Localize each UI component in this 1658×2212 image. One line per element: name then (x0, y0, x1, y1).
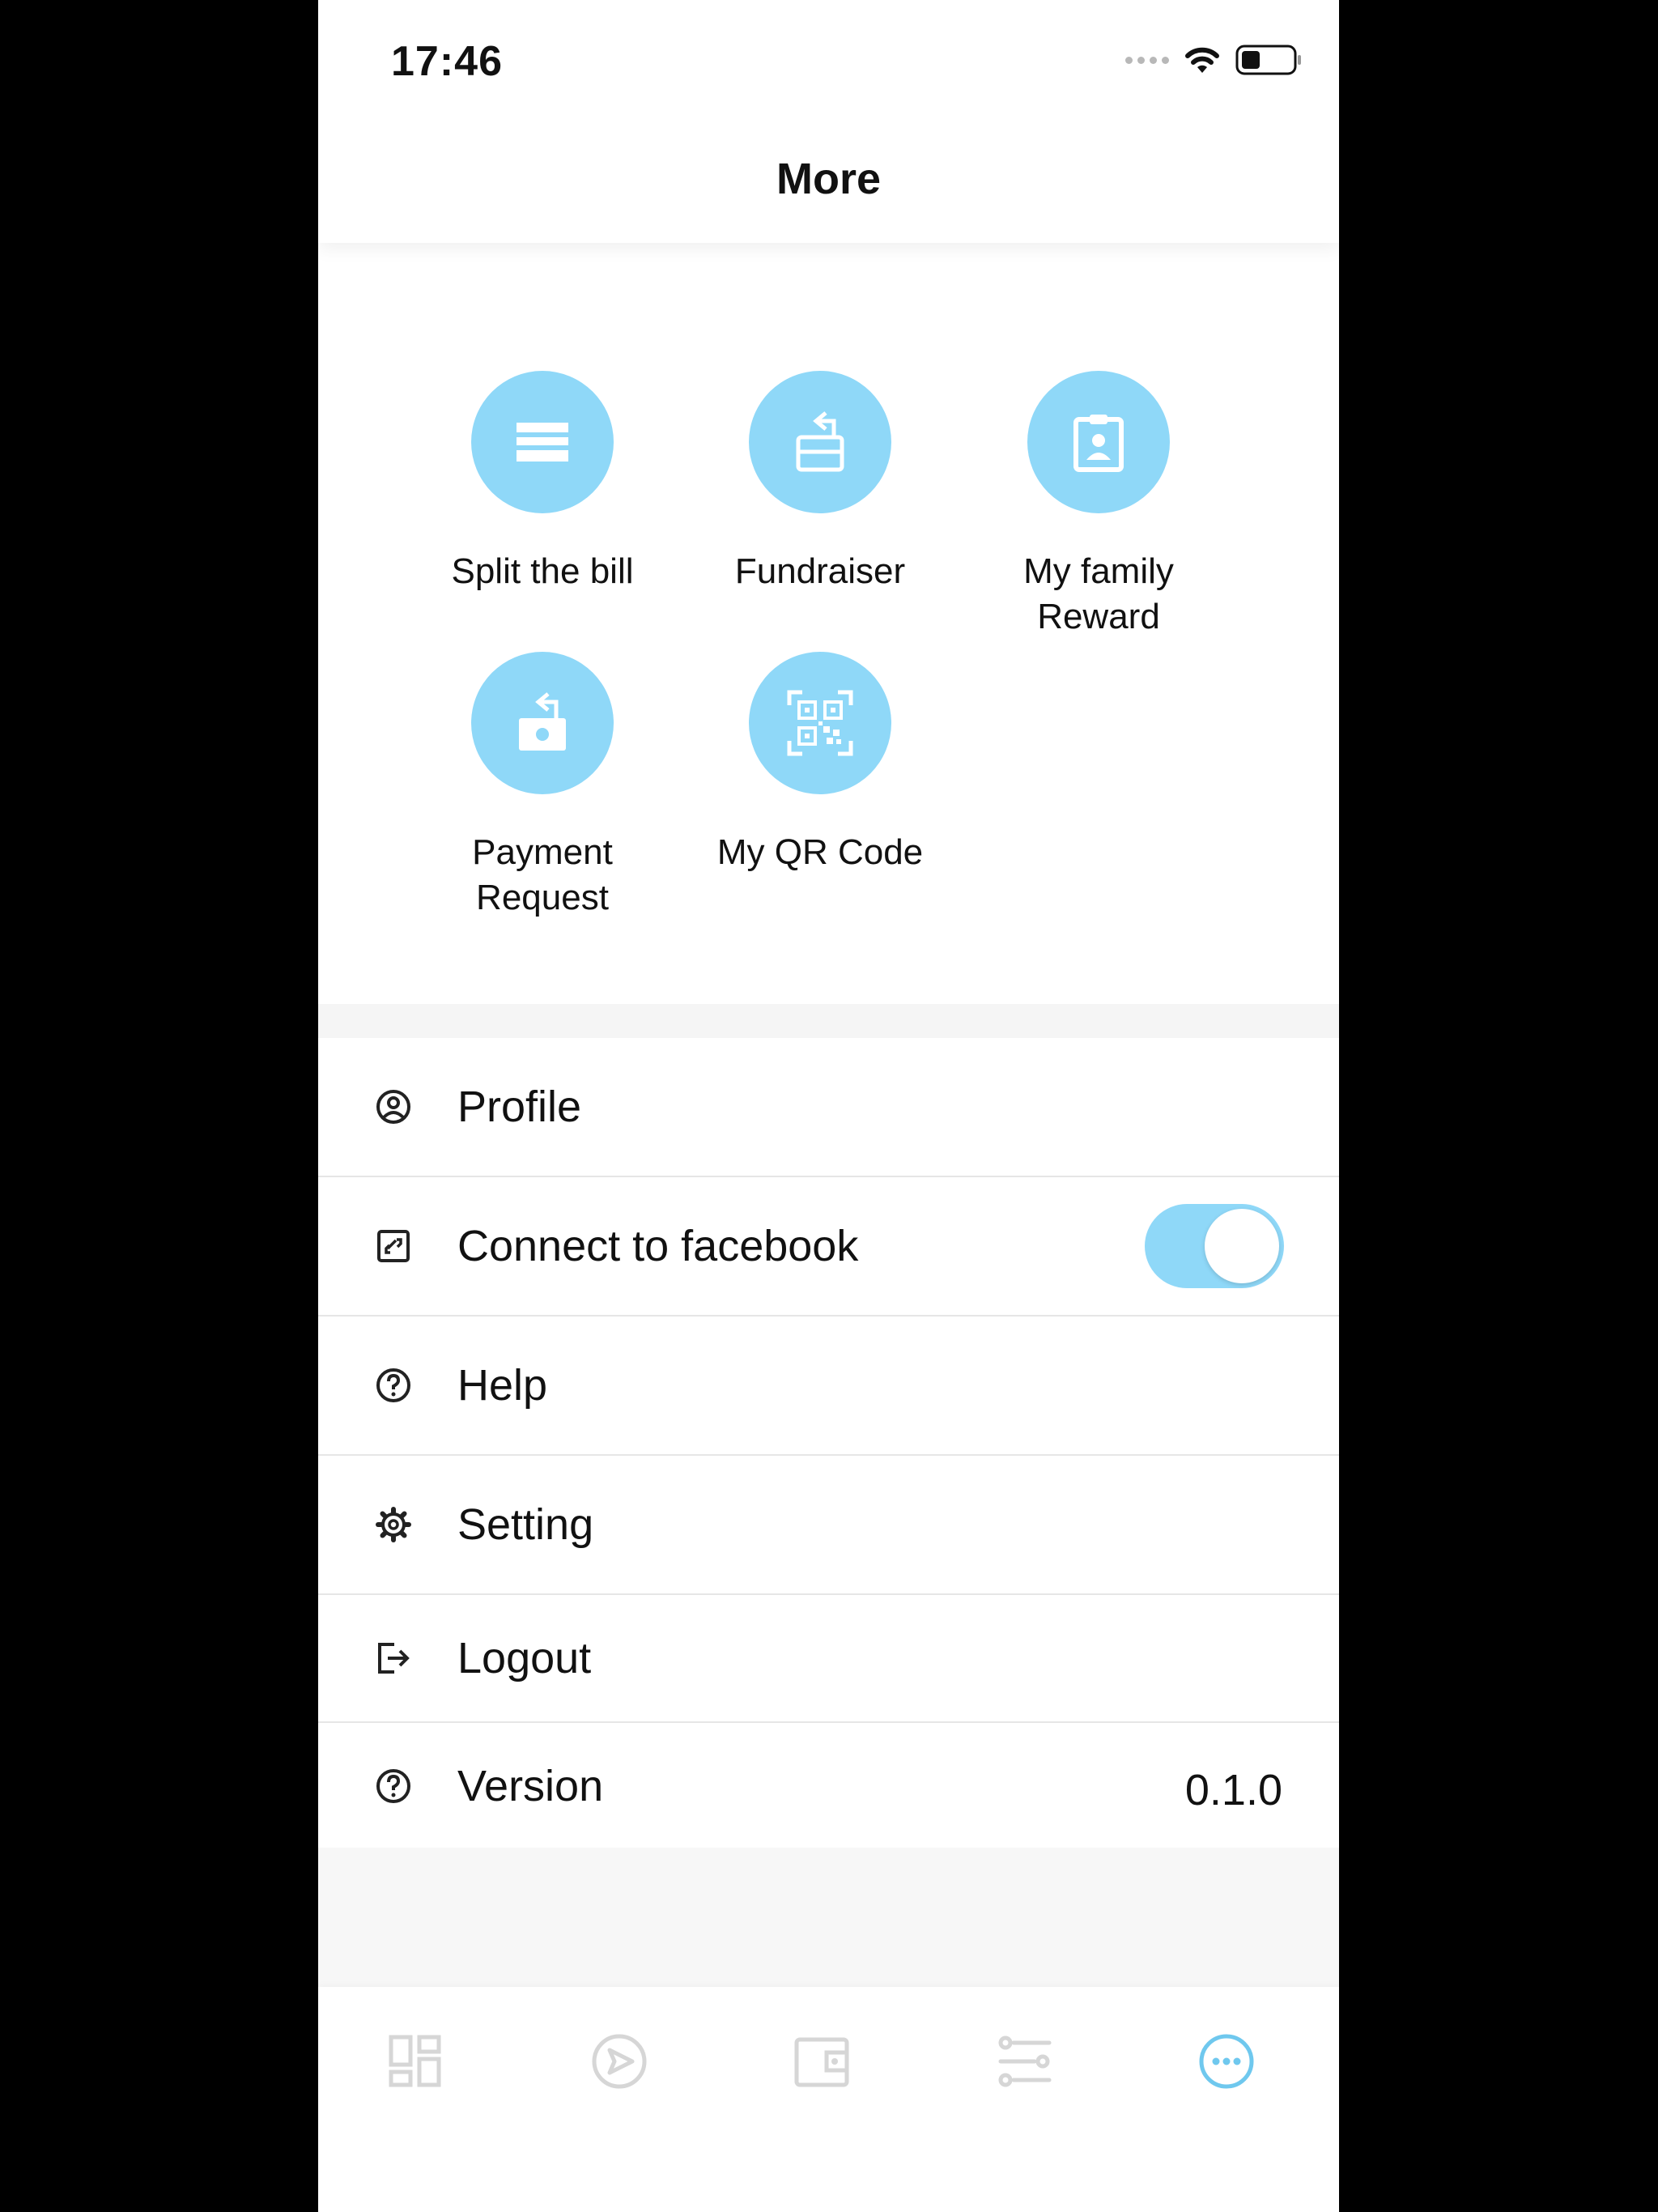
toggle-knob (1205, 1209, 1279, 1283)
list-footer (318, 1848, 1339, 1987)
feature-my-qr-code[interactable]: My QR Code (691, 652, 950, 875)
wallet-return-icon (796, 411, 844, 472)
page-title: More (776, 155, 881, 203)
tab-dashboard[interactable] (383, 2029, 448, 2094)
battery-icon (1235, 45, 1301, 75)
qr-code-icon (787, 690, 853, 756)
feature-label: My family Reward (1023, 551, 1174, 636)
version-row: Version 0.1.0 (318, 1723, 1339, 1851)
help-label: Help (457, 1361, 548, 1410)
feature-split-the-bill[interactable]: Split the bill (413, 371, 672, 594)
logout-row[interactable]: Logout (318, 1595, 1339, 1723)
card-icon (517, 423, 568, 462)
facebook-toggle[interactable] (1145, 1204, 1284, 1288)
help-row[interactable]: Help (318, 1317, 1339, 1456)
version-label: Version (457, 1762, 604, 1810)
feature-fundraiser[interactable]: Fundraiser (691, 371, 950, 594)
logout-label: Logout (457, 1634, 592, 1682)
feature-payment-request[interactable]: Payment Request (413, 652, 672, 921)
link-icon (375, 1227, 412, 1265)
wallet-icon (794, 2037, 849, 2087)
settings-list: Profile Connect to facebook Help Setting… (318, 1038, 1339, 1851)
dashboard-icon (389, 2035, 441, 2087)
setting-label: Setting (457, 1500, 594, 1549)
more-icon (1199, 2034, 1254, 2089)
profile-row[interactable]: Profile (318, 1038, 1339, 1177)
feature-my-family-reward[interactable]: My family Reward (969, 371, 1228, 640)
header: 17:46 More (318, 0, 1339, 243)
cash-return-icon (519, 692, 566, 751)
version-value: 0.1.0 (1184, 1766, 1282, 1814)
feature-label: Split the bill (451, 551, 634, 591)
status-icons (1125, 44, 1303, 76)
status-time: 17:46 (391, 38, 503, 85)
setting-row[interactable]: Setting (318, 1456, 1339, 1595)
transactions-icon (998, 2035, 1052, 2087)
gear-icon (375, 1506, 412, 1543)
logout-icon (375, 1640, 412, 1677)
section-divider (318, 1004, 1339, 1038)
tab-more[interactable] (1194, 2029, 1259, 2094)
help-circle-icon (375, 1767, 412, 1805)
feature-label: Payment Request (472, 832, 613, 917)
user-circle-icon (375, 1088, 412, 1125)
features-grid: Split the bill Fundraiser My family Rewa… (318, 243, 1339, 1004)
tab-wallet[interactable] (789, 2029, 854, 2094)
profile-label: Profile (457, 1083, 582, 1131)
send-icon (592, 2034, 647, 2089)
tab-send[interactable] (587, 2029, 652, 2094)
id-badge-icon (1073, 415, 1124, 472)
tab-bar (318, 1987, 1339, 2212)
feature-label: Fundraiser (734, 551, 906, 591)
facebook-label: Connect to facebook (457, 1222, 859, 1270)
wifi-icon (1185, 47, 1219, 73)
help-circle-icon (375, 1367, 412, 1404)
phone-screen: 17:46 More Split the bill Fundraiser My … (318, 0, 1339, 2212)
feature-label: My QR Code (716, 832, 924, 872)
cellular-signal-icon (1125, 56, 1169, 64)
facebook-row: Connect to facebook (318, 1177, 1339, 1317)
tab-transactions[interactable] (993, 2029, 1057, 2094)
